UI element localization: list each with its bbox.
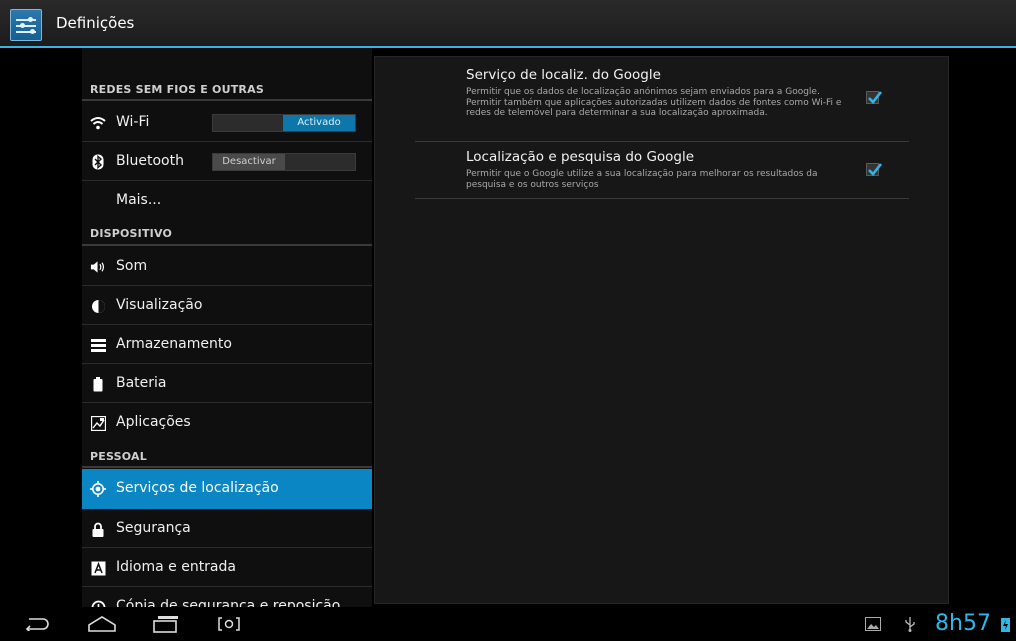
sidebar-item-label: Bateria [116,375,167,391]
pref-title: Serviço de localiz. do Google [466,67,661,83]
system-nav-bar: 8h57 [0,607,1016,641]
storage-icon [90,337,106,353]
brightness-icon [90,298,106,314]
sidebar-item-backup[interactable]: Cópia de segurança e reposição [82,588,372,607]
divider [82,244,372,246]
sidebar-item-label: Som [116,258,148,274]
sidebar-item-security[interactable]: Segurança [82,510,372,548]
section-header-personal: PESSOAL [90,450,147,463]
sidebar-item-label: Mais... [116,192,162,208]
checkmark-icon [868,163,883,176]
back-icon[interactable] [20,613,52,635]
home-icon[interactable] [86,613,118,635]
google-location-checkbox[interactable] [866,91,883,104]
sidebar-item-label: Cópia de segurança e reposição [116,598,341,607]
bluetooth-icon [90,154,106,170]
apps-icon [90,415,106,431]
section-header-device: DISPOSITIVO [90,227,173,240]
pref-title: Localização e pesquisa do Google [466,149,695,165]
location-search-checkbox[interactable] [866,163,883,176]
sidebar-item-apps[interactable]: Aplicações [82,404,372,442]
checkmark-icon [868,91,883,104]
divider [82,99,372,101]
settings-icon[interactable] [10,9,42,41]
pref-summary: Permitir que o Google utilize a sua loca… [466,169,818,190]
wifi-icon [90,115,106,131]
status-clock[interactable]: 8h57 [935,611,991,636]
sidebar-item-sound[interactable]: Som [82,248,372,286]
toggle-off-label: Desactivar [213,154,285,170]
settings-sidebar: REDES SEM FIOS E OUTRAS Wi-Fi Activado B… [82,48,372,607]
page-title: Definições [56,14,135,32]
divider [82,466,372,468]
sidebar-item-label: Idioma e entrada [116,559,236,575]
bluetooth-toggle[interactable]: Desactivar [212,153,356,171]
wifi-toggle[interactable]: Activado [212,114,356,132]
sidebar-item-label: Wi-Fi [116,114,150,130]
sidebar-item-battery[interactable]: Bateria [82,365,372,403]
language-icon [90,560,106,576]
lock-icon [90,521,106,537]
location-icon [90,481,106,497]
sidebar-item-label: Bluetooth [116,153,184,169]
pref-google-location-search[interactable]: Localização e pesquisa do Google Permiti… [415,149,909,199]
section-header-wireless: REDES SEM FIOS E OUTRAS [90,83,264,96]
gallery-icon[interactable] [864,613,882,635]
sidebar-item-label: Segurança [116,520,191,536]
sidebar-item-label: Aplicações [116,414,191,430]
sidebar-item-bluetooth[interactable]: Bluetooth Desactivar [82,143,372,181]
content-panel: Serviço de localiz. do Google Permitir q… [374,56,949,604]
pref-google-location-service[interactable]: Serviço de localiz. do Google Permitir q… [415,67,909,142]
sidebar-item-location[interactable]: Serviços de localização [82,469,372,509]
sidebar-item-storage[interactable]: Armazenamento [82,326,372,364]
sidebar-item-wifi[interactable]: Wi-Fi Activado [82,104,372,142]
sidebar-item-display[interactable]: Visualização [82,287,372,325]
toggle-on-label: Activado [283,115,355,131]
backup-icon [90,599,106,607]
speaker-icon [90,259,106,275]
sidebar-item-language[interactable]: Idioma e entrada [82,549,372,587]
battery-charging-icon [1000,613,1010,635]
sidebar-item-label: Visualização [116,297,203,313]
sidebar-item-label: Armazenamento [116,336,232,352]
battery-icon [90,376,106,392]
pref-summary: Permitir que os dados de localização anó… [466,87,842,118]
sidebar-item-more[interactable]: Mais... [82,182,372,220]
action-bar: Definições [0,0,1016,48]
screenshot-icon[interactable] [214,613,244,635]
recent-apps-icon[interactable] [150,613,182,635]
sidebar-item-label: Serviços de localização [116,480,279,496]
usb-icon [902,613,918,635]
